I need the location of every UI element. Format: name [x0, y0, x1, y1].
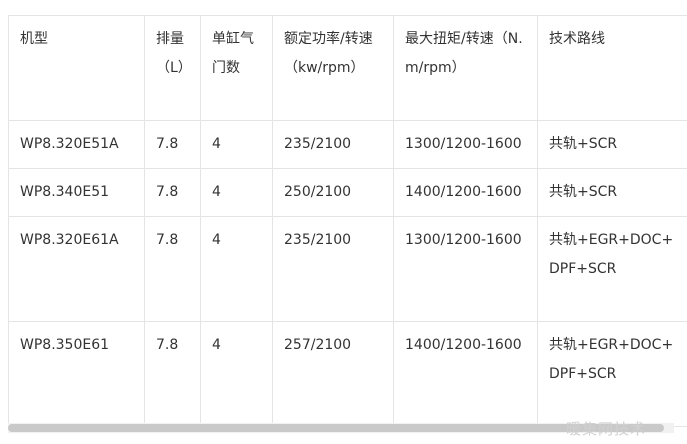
page-viewport: 机型 排量（L） 单缸气门数 额定功率/转速（kw/rpm） 最大扭矩/转速（N… — [0, 0, 687, 444]
cell-displacement: 7.8 — [144, 321, 201, 427]
table-row: WP8.350E61 7.8 4 257/2100 1400/1200-1600… — [8, 321, 687, 427]
cell-displacement: 7.8 — [144, 168, 201, 217]
cell-displacement: 7.8 — [144, 120, 201, 169]
header-cell-rated-power: 额定功率/转速（kw/rpm） — [272, 15, 394, 121]
cell-model: WP8.350E61 — [8, 321, 145, 427]
table-row: WP8.320E51A 7.8 4 235/2100 1300/1200-160… — [8, 120, 687, 169]
cell-max-torque: 1300/1200-1600 — [393, 120, 538, 169]
cell-tech-route: 共轨+EGR+DOC+DPF+SCR — [537, 321, 687, 427]
cell-model: WP8.320E51A — [8, 120, 145, 169]
cell-valves: 4 — [200, 321, 273, 427]
cell-valves: 4 — [200, 120, 273, 169]
header-cell-displacement: 排量（L） — [144, 15, 201, 121]
engine-spec-table: 机型 排量（L） 单缸气门数 额定功率/转速（kw/rpm） 最大扭矩/转速（N… — [8, 15, 687, 427]
cell-displacement: 7.8 — [144, 216, 201, 322]
header-cell-max-torque: 最大扭矩/转速（N.m/rpm） — [393, 15, 538, 121]
cell-valves: 4 — [200, 216, 273, 322]
cell-tech-route: 共轨+SCR — [537, 168, 687, 217]
watermark: 暖集网技术 — [566, 420, 647, 438]
table-row: WP8.340E51 7.8 4 250/2100 1400/1200-1600… — [8, 168, 687, 217]
header-cell-valves: 单缸气门数 — [200, 15, 273, 121]
cell-max-torque: 1400/1200-1600 — [393, 321, 538, 427]
cell-rated-power: 235/2100 — [272, 216, 394, 322]
cell-model: WP8.320E61A — [8, 216, 145, 322]
cell-max-torque: 1300/1200-1600 — [393, 216, 538, 322]
table-row: WP8.320E61A 7.8 4 235/2100 1300/1200-160… — [8, 216, 687, 322]
cell-max-torque: 1400/1200-1600 — [393, 168, 538, 217]
cell-tech-route: 共轨+SCR — [537, 120, 687, 169]
table-header-row: 机型 排量（L） 单缸气门数 额定功率/转速（kw/rpm） 最大扭矩/转速（N… — [8, 15, 687, 121]
header-cell-tech-route: 技术路线 — [537, 15, 687, 121]
cell-tech-route: 共轨+EGR+DOC+DPF+SCR — [537, 216, 687, 322]
cell-valves: 4 — [200, 168, 273, 217]
cell-rated-power: 250/2100 — [272, 168, 394, 217]
header-cell-model: 机型 — [8, 15, 145, 121]
cell-rated-power: 235/2100 — [272, 120, 394, 169]
cell-model: WP8.340E51 — [8, 168, 145, 217]
cell-rated-power: 257/2100 — [272, 321, 394, 427]
